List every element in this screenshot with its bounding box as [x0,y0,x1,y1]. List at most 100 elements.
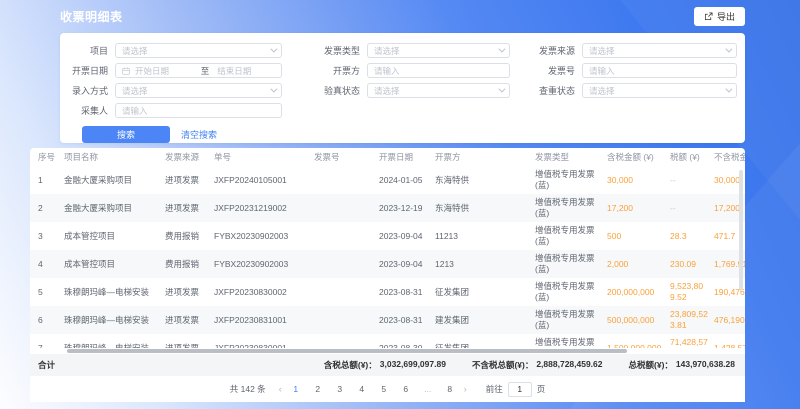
table-header-row: 序号项目名称发票来源单号发票号开票日期开票方发票类型含税金额 (¥)税额 (¥)… [30,148,745,166]
prev-page-icon[interactable]: ‹ [279,384,282,394]
start-date-placeholder: 开始日期 [135,65,193,77]
invoice-date-range-picker[interactable]: 开始日期 至 结束日期 [115,63,282,78]
export-icon [704,12,713,21]
column-header: 不含税金额 (¥) [712,148,745,166]
search-button[interactable]: 搜索 [82,126,170,143]
entry-method-select-placeholder: 请选择 [122,85,270,97]
cell-issuer: 1213 [433,250,533,278]
summary-row: 合计 含税总额(¥)： 3,032,699,097.89 不含税总额(¥)： 2… [30,354,745,376]
cell-amount_incl: 1,500,000,000 [605,334,668,348]
cell-amount_incl: 500 [605,222,668,250]
cell-project: 珠穆朗玛峰—电梯安装 [62,278,163,306]
cell-project: 珠穆朗玛峰—电梯安装 [62,306,163,334]
total-excl-tax-value: 2,888,728,459.62 [536,359,602,371]
column-header: 项目名称 [62,148,163,166]
page-number[interactable]: 1 [291,384,301,394]
chevron-down-icon [270,46,277,53]
cell-amount_excl: 1,428,571,428.57 [712,334,745,348]
export-button[interactable]: 导出 [694,7,745,26]
cell-source: 进项发票 [163,334,212,348]
cell-amount_incl: 2,000 [605,250,668,278]
page-header: 收票明细表 导出 [60,7,745,26]
cell-invoice_no [312,194,377,222]
cell-no: 5 [30,278,62,306]
verify-status-select[interactable]: 请选择 [367,83,510,98]
dedup-status-select[interactable]: 请选择 [582,83,737,98]
total-incl-tax-label: 含税总额(¥)： [324,359,377,371]
page-number[interactable]: 6 [401,384,411,394]
cell-no: 3 [30,222,62,250]
clear-search-link[interactable]: 清空搜索 [181,128,217,141]
cell-order_no: JXFP20231219002 [212,194,312,222]
project-select[interactable]: 请选择 [115,43,282,58]
cell-date: 2024-01-05 [377,166,433,194]
invoice-table: 序号项目名称发票来源单号发票号开票日期开票方发票类型含税金额 (¥)税额 (¥)… [30,148,745,348]
page-jump-prefix: 前往 [486,383,503,395]
cell-source: 进项发票 [163,194,212,222]
summary-label: 合计 [38,359,55,371]
invoice-source-filter-label: 发票来源 [510,44,582,57]
cell-order_no: JXFP20230830001 [212,334,312,348]
invoice-no-input[interactable] [582,63,737,78]
export-button-label: 导出 [717,10,735,23]
project-filter-label: 项目 [60,44,115,57]
column-header: 单号 [212,148,312,166]
cell-no: 6 [30,306,62,334]
cell-date: 2023-09-04 [377,222,433,250]
cell-tax: 23,809,523.81 [668,306,712,334]
cell-source: 进项发票 [163,306,212,334]
cell-type: 增值税专用发票(蓝) [533,166,605,194]
chevron-down-icon [725,46,732,53]
project-select-placeholder: 请选择 [122,45,270,57]
cell-tax: -- [668,166,712,194]
page-number[interactable]: 2 [313,384,323,394]
cell-type: 增值税专用发票(蓝) [533,222,605,250]
end-date-placeholder: 结束日期 [217,65,275,77]
table-row: 3成本管控项目费用报销FYBX202309020032023-09-041121… [30,222,745,250]
total-excl-tax-label: 不含税总额(¥)： [472,359,533,371]
cell-order_no: FYBX20230902003 [212,222,312,250]
page-ellipsis: ... [423,384,433,394]
collector-input[interactable] [115,103,282,118]
dedup-status-select-placeholder: 请选择 [589,85,725,97]
column-header: 税额 (¥) [668,148,712,166]
cell-amount_incl: 17,200 [605,194,668,222]
entry-method-select[interactable]: 请选择 [115,83,282,98]
vertical-scrollbar[interactable] [739,170,743,290]
page-number[interactable]: 4 [357,384,367,394]
filter-panel: 项目 请选择 发票类型 请选择 发票来源 请选择 开票日期 [60,33,745,143]
cell-amount_incl: 500,000,000 [605,306,668,334]
cell-order_no: JXFP20230831001 [212,306,312,334]
page-jump: 前往 页 [486,382,546,397]
table-row: 4成本管控项目费用报销FYBX202309020032023-09-041213… [30,250,745,278]
page-jump-input[interactable] [508,382,532,397]
invoice-type-filter-label: 发票类型 [282,44,367,57]
invoice-type-select[interactable]: 请选择 [367,43,510,58]
cell-no: 7 [30,334,62,348]
page-title: 收票明细表 [60,8,123,25]
page-jump-suffix: 页 [537,383,546,395]
cell-order_no: JXFP20230830002 [212,278,312,306]
verify-status-select-placeholder: 请选择 [374,85,498,97]
cell-tax: 71,428,571.43 [668,334,712,348]
invoice-date-filter-label: 开票日期 [60,64,115,77]
invoice-source-select[interactable]: 请选择 [582,43,737,58]
total-tax-label: 总税额(¥)： [629,359,673,371]
page-number[interactable]: 5 [379,384,389,394]
column-header: 含税金额 (¥) [605,148,668,166]
table-row: 5珠穆朗玛峰—电梯安装进项发票JXFP202308300022023-08-31… [30,278,745,306]
cell-type: 增值税专用发票(蓝) [533,278,605,306]
page-number[interactable]: 3 [335,384,345,394]
horizontal-scrollbar[interactable] [67,349,627,353]
next-page-icon[interactable]: › [464,384,467,394]
horizontal-scrollbar-track [30,348,745,354]
cell-source: 进项发票 [163,166,212,194]
column-header: 发票来源 [163,148,212,166]
cell-project: 珠穆朗玛峰—电梯安装 [62,334,163,348]
page-number[interactable]: 8 [445,384,455,394]
cell-amount_incl: 200,000,000 [605,278,668,306]
calendar-icon [122,67,130,75]
cell-type: 增值税专用发票(蓝) [533,250,605,278]
issuer-input[interactable] [367,63,510,78]
cell-order_no: FYBX20230902003 [212,250,312,278]
